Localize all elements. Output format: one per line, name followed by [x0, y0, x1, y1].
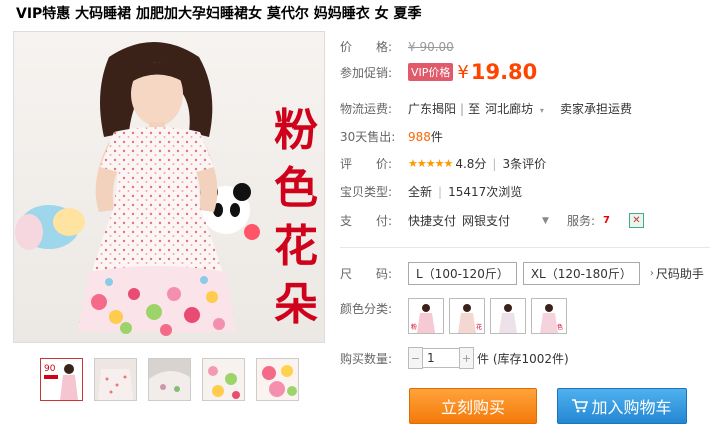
thumbnail-1[interactable]: 90	[40, 358, 83, 401]
svg-text:花: 花	[476, 323, 482, 331]
item-type-separator: |	[438, 184, 443, 199]
payment-method-express: 快捷支付	[408, 214, 457, 228]
vip-price-badge: VIP价格	[408, 63, 454, 81]
rating-row: 评 价: ★★★★★ 4.8分 | 3条评价	[340, 155, 546, 172]
main-product-image[interactable]: 粉 色 花 朵	[13, 31, 325, 343]
price-label: 价 格:	[340, 40, 393, 54]
overlay-char: 色	[274, 163, 318, 214]
currency-symbol: ¥	[457, 61, 469, 83]
color-swatch-1[interactable]: 粉	[408, 298, 444, 334]
ship-to-select[interactable]: 河北廊坊 ▾	[485, 100, 544, 117]
color-label: 颜色分类:	[340, 302, 393, 316]
shipping-row: 物流运费: 广东揭阳 | 至 河北廊坊 ▾ 卖家承担运费	[340, 100, 632, 117]
add-to-cart-label: 加入购物车	[591, 398, 672, 417]
ship-to: 河北廊坊	[485, 102, 534, 116]
image-overlay-text: 粉 色 花 朵	[272, 102, 320, 334]
payment-method-bank: 网银支付	[462, 214, 511, 228]
sales-label: 30天售出:	[340, 130, 396, 144]
rating-score: 4.8分	[455, 157, 487, 171]
quantity-increase-button[interactable]: +	[459, 347, 474, 369]
color-swatch-3[interactable]	[490, 298, 526, 334]
overlay-char: 花	[274, 221, 318, 272]
shipping-label: 物流运费:	[340, 102, 393, 116]
sales-count: 988	[408, 129, 431, 144]
view-count: 15417次浏览	[448, 185, 523, 199]
buy-now-button[interactable]: 立刻购买	[409, 388, 537, 424]
review-count-link[interactable]: 3条评价	[502, 155, 546, 172]
shipping-note: 卖家承担运费	[559, 102, 632, 116]
ship-from: 广东揭阳	[408, 102, 457, 116]
stock-info: 件 (库存1002件)	[477, 351, 569, 366]
size-option-l[interactable]: L（100-120斤）	[408, 262, 517, 285]
quantity-stepper: − 1 +	[408, 347, 474, 369]
svg-text:色: 色	[557, 323, 563, 331]
size-option-xl[interactable]: XL（120-180斤）	[522, 262, 640, 285]
color-swatch-2[interactable]: 花	[449, 298, 485, 334]
divider	[340, 247, 710, 248]
service-label: 服务:	[566, 214, 595, 228]
payment-label: 支 付:	[340, 214, 393, 228]
quantity-row: 购买数量: − 1 + 件 (库存1002件)	[340, 347, 569, 369]
thumbnail-strip: 90	[40, 358, 299, 401]
sales-unit: 件	[430, 130, 443, 144]
overlay-char: 粉	[274, 105, 318, 156]
promo-price: 19.80	[470, 60, 538, 84]
price-row: 价 格: ¥ 90.00	[340, 38, 454, 55]
thumbnail-2[interactable]	[94, 358, 137, 401]
thumbnail-5[interactable]	[256, 358, 299, 401]
svg-text:90: 90	[44, 364, 56, 374]
promo-row: 参加促销: VIP价格 ¥ 19.80	[340, 60, 537, 84]
shipping-separator: |	[460, 101, 465, 116]
chevron-down-icon: ▾	[539, 106, 544, 115]
payment-dropdown-icon[interactable]: ▼	[542, 216, 549, 226]
product-title: VIP特惠 大码睡裙 加肥加大孕妇睡裙女 莫代尔 妈妈睡衣 女 夏季	[16, 6, 422, 22]
sales-row: 30天售出: 988 件	[340, 128, 443, 145]
rating-separator: |	[492, 156, 497, 171]
promo-label: 参加促销:	[340, 65, 393, 80]
thumbnail-3[interactable]	[148, 358, 191, 401]
size-label: 尺 码:	[340, 267, 393, 281]
quantity-decrease-button[interactable]: −	[408, 347, 423, 369]
color-row: 颜色分类: 粉 花 色	[340, 298, 572, 334]
thumbnail-4[interactable]	[202, 358, 245, 401]
original-price: ¥ 90.00	[408, 39, 454, 54]
rating-label: 评 价:	[340, 157, 393, 171]
seven-day-return-icon[interactable]: 7	[600, 214, 613, 227]
star-rating-icon: ★★★★★	[408, 157, 453, 170]
size-row: 尺 码: L（100-120斤） XL（120-180斤） › 尺码助手	[340, 262, 704, 285]
item-condition: 全新	[408, 185, 433, 199]
item-type-row: 宝贝类型: 全新 | 15417次浏览	[340, 183, 522, 200]
size-helper-link[interactable]: 尺码助手	[656, 265, 704, 282]
quantity-input[interactable]: 1	[423, 348, 459, 368]
ship-to-prefix: 至	[468, 102, 481, 116]
add-to-cart-button[interactable]: 加入购物车	[557, 388, 687, 424]
buy-now-label: 立刻购买	[440, 398, 505, 417]
overlay-char: 朵	[274, 279, 318, 330]
svg-text:粉: 粉	[411, 323, 417, 331]
payment-row: 支 付: 快捷支付 网银支付 ▼ 服务: 7 ✕	[340, 212, 644, 229]
cart-icon	[572, 399, 589, 413]
color-swatch-4[interactable]: 色	[531, 298, 567, 334]
guarantee-icon[interactable]: ✕	[629, 213, 644, 228]
quantity-label: 购买数量:	[340, 351, 393, 366]
chevron-right-icon: ›	[649, 268, 654, 279]
item-type-label: 宝贝类型:	[340, 185, 393, 199]
